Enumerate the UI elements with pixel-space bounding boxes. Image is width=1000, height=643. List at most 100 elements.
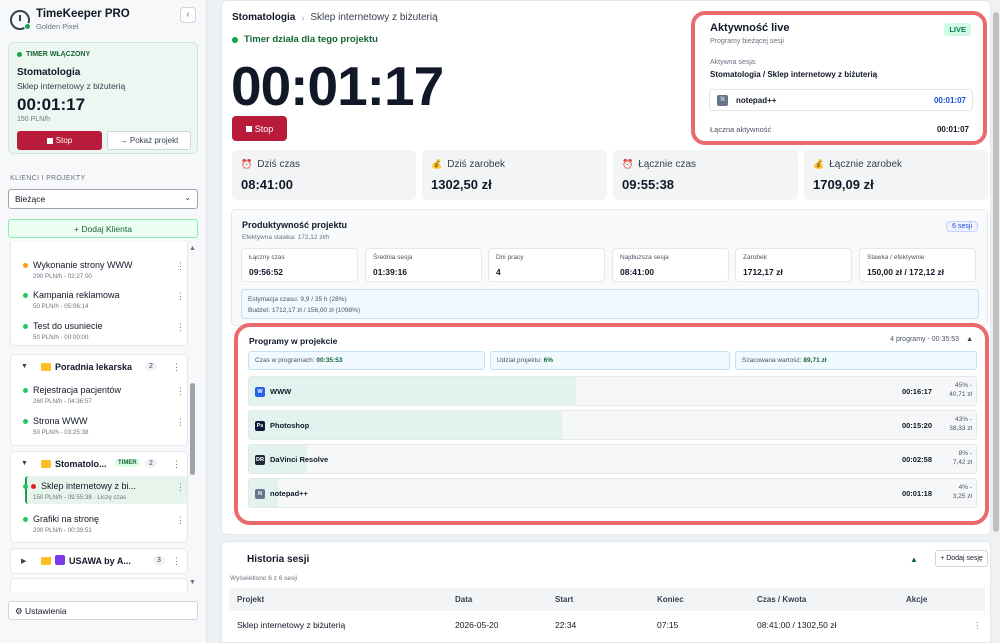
chip-time-in-programs: Czas w programach: 00:35:53 [248,351,485,370]
stat-card-today-time: ⏰ Dziś czas 08:41:00 [232,150,416,200]
collapse-sidebar-button[interactable]: ‹ [180,7,196,23]
client-tree: Wykonanie strony WWW 290 PLN/h - 02:27:0… [8,242,198,592]
more-options-icon[interactable]: ⋮ [176,386,185,397]
live-app-name: notepad++ [736,96,777,105]
more-options-icon[interactable]: ⋮ [176,291,185,302]
project-count-badge: 3 [153,556,165,565]
client-group-header[interactable]: ▼ Stomatolo... TIMER 2 ⋮ [11,454,189,474]
client-group-card [10,578,188,592]
list-item[interactable]: Wykonanie strony WWW 290 PLN/h - 02:27:0… [23,260,185,280]
list-item[interactable]: Kampania reklamowa 50 PLN/h - 05:06:14 ⋮ [23,290,185,310]
live-app-time: 00:01:07 [933,96,966,105]
app-subtitle: Golden Pixel [36,22,79,31]
notepad-app-icon: N [255,489,265,499]
project-count-badge: 2 [145,362,157,371]
collapse-triangle-icon[interactable]: ▲ [966,336,973,343]
app-title: TimeKeeper PRO [36,8,130,20]
client-group-header[interactable]: ▶ USAWA by A... 3 ⋮ [11,551,189,571]
add-client-button[interactable]: + Dodaj Klienta [8,219,198,238]
app-logo: TimeKeeper PRO Golden Pixel [10,8,130,31]
main-stop-button[interactable]: Stop [232,116,287,141]
more-options-icon[interactable]: ⋮ [172,459,181,470]
expand-triangle-icon[interactable]: ▼ [21,460,28,467]
breadcrumb-client[interactable]: Stomatologia [232,12,295,23]
total-activity-value: 00:01:07 [936,125,969,134]
client-group-usawa: ▶ USAWA by A... 3 ⋮ [10,548,188,574]
add-session-button[interactable]: + Dodaj sesję [935,550,988,567]
client-group-card: Wykonanie strony WWW 290 PLN/h - 02:27:0… [10,242,188,346]
list-item[interactable]: Strona WWW 50 PLN/h - 03:25:38 ⋮ [23,416,185,436]
productivity-title: Produktywność projektu [242,220,348,230]
timer-client-name: Stomatologia [17,67,81,78]
status-dot-icon [232,36,238,43]
show-project-button[interactable]: → Pokaż projekt [107,131,191,150]
total-activity-label: Łączna aktywność [710,125,772,134]
chevron-down-icon: ⌄ [184,193,191,202]
program-row[interactable]: W WWW 00:16:17 45% -40,71 zł [248,376,977,406]
project-detail-card: Stomatologia › Sklep internetowy z biżut… [221,0,991,535]
program-row[interactable]: DR DaVinci Resolve 00:02:58 8% -7,42 zł [248,444,977,474]
history-title: Historia sesji [247,554,310,565]
program-share-bar [249,377,577,405]
program-row[interactable]: N notepad++ 00:01:18 4% -3,25 zł [248,478,977,508]
list-item[interactable]: Grafiki na stronę 200 PLN/h - 00:39:51 ⋮ [23,514,185,534]
recording-dot-icon [31,483,36,489]
more-options-icon[interactable]: ⋮ [172,362,181,373]
breadcrumb-project: Sklep internetowy z biżuterią [310,12,438,23]
sidebar-scrollbar[interactable]: ▲ ▼ [189,245,196,586]
list-item[interactable]: Test do usuniecie 50 PLN/h - 00:00:00 ⋮ [23,321,185,341]
client-group-header[interactable]: ▼ Poradnia lekarska 2 ⋮ [11,357,189,377]
timer-status: Timer działa dla tego projektu [232,34,378,45]
alarm-clock-icon: ⏰ [241,159,253,169]
money-bag-icon: 💰 [813,159,825,169]
expand-triangle-icon[interactable]: ▶ [21,557,26,565]
more-options-icon[interactable]: ⋮ [176,261,185,272]
status-dot-icon [17,52,22,57]
scroll-up-icon[interactable]: ▲ [189,245,196,252]
scroll-down-icon[interactable]: ▼ [189,579,196,586]
timer-tag: TIMER [115,459,140,467]
collapse-triangle-icon[interactable]: ▲ [910,555,918,564]
program-row[interactable]: Ps Photoshop 00:15:20 43% -38,33 zł [248,410,977,440]
expand-triangle-icon[interactable]: ▼ [21,363,28,370]
metric-work-days: Dni pracy 4 [488,248,605,282]
budget-line: Budżet: 1712,17 zł / 156,00 zł (1098%) [248,307,361,314]
scrollbar-thumb[interactable] [190,383,195,475]
more-options-icon[interactable]: ⋮ [176,417,185,428]
sidebar-stop-button[interactable]: Stop [17,131,102,150]
metric-rate: Stawka / efektywnie 150,00 zł / 172,12 zł [859,248,976,282]
stat-card-today-earnings: 💰 Dziś zarobek 1302,50 zł [422,150,607,200]
stop-icon [245,125,252,132]
list-item-active[interactable]: Sklep internetowy z bi... 150 PLN/h - 09… [23,481,185,501]
active-session-label: Aktywna sesja: [710,59,757,66]
status-dot-icon [23,262,28,268]
folder-icon [41,557,51,565]
list-item[interactable]: Rejestracja pacjentów 260 PLN/h - 04:36:… [23,385,185,405]
status-dot-icon [23,323,28,329]
stop-icon [46,137,53,144]
timer-rate: 150 PLN/h [17,116,51,123]
scrollbar-thumb[interactable] [993,12,999,532]
page-scrollbar[interactable] [992,0,1000,643]
more-options-icon[interactable]: ⋮ [176,515,185,526]
productivity-panel: Produktywność projektu Efektywna stawka:… [231,209,988,326]
breadcrumb: Stomatologia › Sklep internetowy z biżut… [232,12,438,23]
metric-total-time: Łączny czas 09:56:52 [241,248,358,282]
more-options-icon[interactable]: ⋮ [172,556,181,567]
more-options-icon[interactable]: ⋮ [176,322,185,333]
client-logo-icon [55,555,65,565]
sessions-badge: 6 sesji [946,221,978,232]
more-options-icon[interactable]: ⋮ [973,620,982,631]
programs-panel: Programy w projekcie 4 programy - 00:35:… [234,323,989,525]
main-timer-display: 00:01:17 [231,55,444,117]
davinci-app-icon: DR [255,455,265,465]
history-table-header: Projekt Data Start Koniec Czas / Kwota A… [229,588,985,611]
more-options-icon[interactable]: ⋮ [176,482,185,493]
live-app-row: N notepad++ 00:01:07 [709,89,973,111]
sidebar-timer-time: 00:01:17 [17,95,86,114]
status-dot-icon [23,387,28,393]
metric-earnings: Zarobek 1712,17 zł [735,248,852,282]
settings-button[interactable]: ⚙ Ustawienia [8,601,198,620]
table-row[interactable]: Sklep internetowy z biżuterią 2026-05-20… [229,614,985,639]
filter-select[interactable]: Bieżące ⌄ [8,189,198,209]
